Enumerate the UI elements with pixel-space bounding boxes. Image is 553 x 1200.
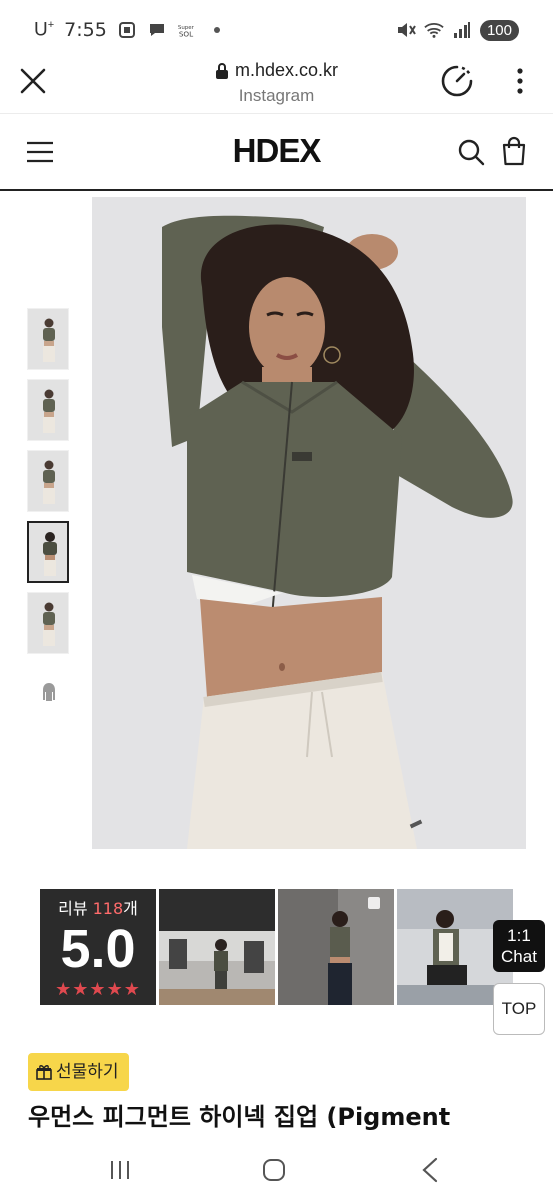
chat-button[interactable]: 1:1 Chat <box>493 920 545 972</box>
more-vertical-icon <box>517 68 523 94</box>
review-photo[interactable] <box>278 889 394 1005</box>
model-figure-icon <box>43 389 55 433</box>
notification-dot-icon <box>207 20 227 40</box>
android-nav-bar <box>0 1140 553 1200</box>
svg-text:SOL: SOL <box>179 29 194 38</box>
cart-button[interactable] <box>501 136 527 166</box>
model-photo <box>92 197 526 849</box>
back-button[interactable] <box>420 1157 440 1183</box>
gift-button[interactable]: 선물하기 <box>28 1053 129 1091</box>
lock-icon <box>215 62 228 79</box>
browser-toolbar: m.hdex.co.kr Instagram <box>0 60 553 116</box>
review-summary-card[interactable]: 리뷰 118개 5.0 ★★★★★ <box>40 889 156 1005</box>
review-photo[interactable] <box>159 889 275 1005</box>
battery-indicator: 100 <box>479 19 519 41</box>
thumbnail[interactable] <box>27 450 69 512</box>
rating-stars-icon: ★★★★★ <box>55 979 141 1000</box>
thumbnail[interactable] <box>27 663 69 725</box>
model-figure-icon <box>43 460 55 504</box>
url-text: m.hdex.co.kr <box>234 60 339 80</box>
wifi-icon <box>424 20 444 40</box>
more-options-button[interactable] <box>508 66 532 96</box>
gift-icon <box>36 1065 52 1080</box>
status-time: 7:55 <box>64 18 107 41</box>
search-icon <box>458 139 485 166</box>
shopping-bag-icon <box>502 136 526 166</box>
screenshot-icon <box>117 20 137 40</box>
search-button[interactable] <box>457 138 485 166</box>
model-figure-icon <box>43 532 57 576</box>
thumbnail[interactable] <box>27 592 69 654</box>
gift-label: 선물하기 <box>56 1062 119 1082</box>
status-bar: U+ 7:55 Super SOL 100 <box>0 0 553 60</box>
site-header: HDEX <box>0 114 553 189</box>
signal-icon <box>452 20 472 40</box>
mute-icon <box>396 20 416 40</box>
super-sol-icon: Super SOL <box>177 20 197 40</box>
thumbnail[interactable] <box>27 379 69 441</box>
chat-line-2: Chat <box>501 947 537 966</box>
scroll-top-button[interactable]: TOP <box>493 983 545 1035</box>
review-strip: 리뷰 118개 5.0 ★★★★★ <box>40 889 513 1005</box>
recent-apps-button[interactable] <box>108 1158 132 1182</box>
jacket-flatlay-icon <box>43 683 55 701</box>
carrier-label: U+ <box>34 18 55 41</box>
model-figure-icon <box>43 318 55 362</box>
gym-photo <box>159 889 275 1005</box>
thumbnail-active[interactable] <box>27 521 69 583</box>
mirror-selfie-photo <box>278 889 394 1005</box>
recent-apps-icon <box>111 1161 129 1179</box>
review-score: 5.0 <box>60 919 136 979</box>
review-count-label: 리뷰 118개 <box>58 899 138 918</box>
home-button[interactable] <box>262 1158 286 1182</box>
header-divider <box>0 189 553 191</box>
speed-button[interactable] <box>440 64 474 98</box>
speedometer-icon <box>441 65 473 97</box>
back-chevron-icon <box>422 1157 438 1183</box>
thumbnail-list <box>27 308 71 734</box>
model-figure-icon <box>43 602 55 646</box>
message-icon <box>147 20 167 40</box>
home-icon <box>263 1159 285 1181</box>
product-title: 우먼스 피그먼트 하이넥 집업 (Pigment <box>28 1103 451 1131</box>
product-main-image[interactable] <box>92 197 526 849</box>
thumbnail[interactable] <box>27 308 69 370</box>
chat-line-1: 1:1 <box>507 926 531 945</box>
